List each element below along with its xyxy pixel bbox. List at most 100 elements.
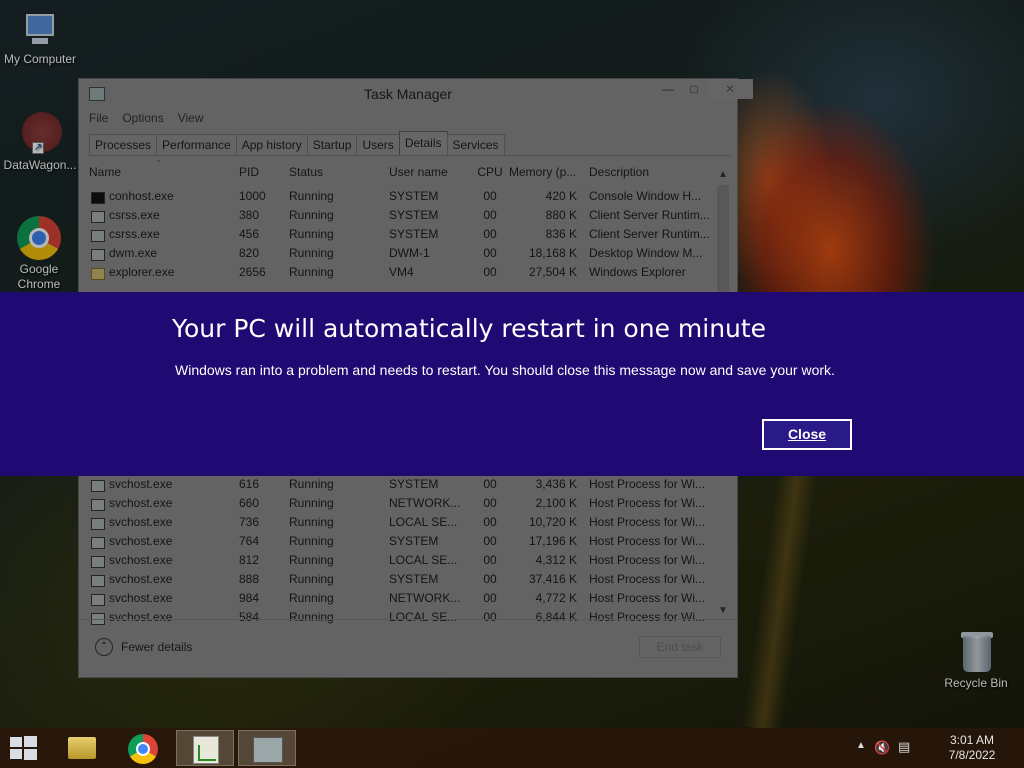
process-status: Running <box>289 189 334 203</box>
process-description: Windows Explorer <box>589 265 686 279</box>
process-user: SYSTEM <box>389 534 439 548</box>
process-memory: 3,436 K <box>535 477 577 491</box>
desktop-icon-google-chrome[interactable]: Google Chrome <box>0 216 78 292</box>
process-pid: 820 <box>239 246 260 260</box>
tab-divider <box>89 155 731 156</box>
process-cpu: 00 <box>483 591 497 605</box>
table-row[interactable]: svchost.exe 984 Running NETWORK... 00 4,772 K… <box>89 591 719 610</box>
tab-processes[interactable]: Processes <box>89 134 158 155</box>
process-icon <box>91 537 105 549</box>
desktop-icon-label: Recycle Bin <box>944 676 1008 690</box>
clock[interactable]: 3:01 AM 7/8/2022 <box>942 733 1002 763</box>
windows-start-icon[interactable] <box>8 736 40 760</box>
process-name: csrss.exe <box>109 227 160 241</box>
process-memory: 17,196 K <box>528 534 577 548</box>
task-manager-footer: ⌃ Fewer details End task <box>79 619 737 678</box>
table-row[interactable]: svchost.exe 616 Running SYSTEM 00 3,436 K Host… <box>89 477 719 496</box>
scroll-thumb[interactable] <box>717 185 729 295</box>
process-description: Desktop Window M... <box>589 246 703 260</box>
process-status: Running <box>289 515 334 529</box>
column-header-user-name[interactable]: User name <box>389 165 469 179</box>
tab-performance[interactable]: Performance <box>156 134 237 155</box>
desktop-icon-label: My Computer <box>3 52 77 66</box>
process-status: Running <box>289 572 334 586</box>
tab-strip: Processes Performance App history Startu… <box>89 131 505 155</box>
process-description: Client Server Runtim... <box>589 227 710 241</box>
process-user: NETWORK... <box>389 496 461 510</box>
taskbar-file-explorer[interactable] <box>52 730 110 766</box>
menu-file[interactable]: File <box>89 111 108 129</box>
process-memory: 27,504 K <box>528 265 577 279</box>
table-row[interactable]: csrss.exe 380 Running SYSTEM 00 880 K Client S… <box>89 208 719 227</box>
process-icon <box>91 249 105 261</box>
process-memory: 420 K <box>545 189 577 203</box>
title-bar[interactable]: Task Manager — □ ✕ <box>79 79 753 109</box>
process-user: VM4 <box>389 265 414 279</box>
network-icon[interactable]: ▤ <box>898 739 910 755</box>
scroll-down-icon[interactable]: ▼ <box>715 605 731 616</box>
maximize-button[interactable]: □ <box>681 79 707 99</box>
desktop-icon-recycle-bin[interactable]: Recycle Bin <box>936 630 1016 691</box>
clock-time: 3:01 AM <box>949 733 995 747</box>
table-row[interactable]: svchost.exe 764 Running SYSTEM 00 17,196 K Hos… <box>89 534 719 553</box>
table-row[interactable]: csrss.exe 456 Running SYSTEM 00 836 K Client S… <box>89 227 719 246</box>
tab-app-history[interactable]: App history <box>235 134 308 155</box>
desktop-icon-datawagon[interactable]: ↗ DataWagon... <box>0 112 80 173</box>
desktop-icon-my-computer[interactable]: My Computer <box>0 10 80 67</box>
process-description: Host Process for Wi... <box>589 534 706 548</box>
chevron-up-icon[interactable]: ⌃ <box>95 638 113 656</box>
process-name: svchost.exe <box>109 572 173 586</box>
table-header: ˆ Name PID Status User name CPU Memory (… <box>89 159 719 189</box>
column-header-description[interactable]: Description <box>589 165 715 179</box>
minimize-button[interactable]: — <box>655 79 681 99</box>
process-status: Running <box>289 534 334 548</box>
speaker-muted-icon[interactable]: 🔇 <box>874 740 890 756</box>
taskbar-task-manager[interactable] <box>238 730 296 766</box>
menu-options[interactable]: Options <box>122 111 163 129</box>
scroll-up-icon[interactable]: ▲ <box>715 169 731 180</box>
column-header-cpu[interactable]: CPU <box>475 165 505 179</box>
process-cpu: 00 <box>483 515 497 529</box>
tab-startup[interactable]: Startup <box>306 134 358 155</box>
fewer-details-link[interactable]: Fewer details <box>121 640 192 654</box>
process-icon <box>91 518 105 530</box>
taskbar: ▲ 🔇 ▤ 3:01 AM 7/8/2022 <box>0 728 1024 768</box>
desktop-icon-label: Google Chrome <box>17 262 61 291</box>
column-header-memory[interactable]: Memory (p... <box>509 165 577 179</box>
column-header-status[interactable]: Status <box>289 165 379 179</box>
process-description: Client Server Runtim... <box>589 208 710 222</box>
process-status: Running <box>289 553 334 567</box>
tab-services[interactable]: Services <box>446 134 505 155</box>
table-row[interactable]: svchost.exe 736 Running LOCAL SE... 00 10,720… <box>89 515 719 534</box>
table-row[interactable]: svchost.exe 812 Running LOCAL SE... 00 4,312 … <box>89 553 719 572</box>
column-header-pid[interactable]: PID <box>239 165 279 179</box>
process-description: Host Process for Wi... <box>589 553 706 567</box>
taskbar-chart-app[interactable] <box>176 730 234 766</box>
table-row[interactable]: explorer.exe 2656 Running VM4 00 27,504 K Wind… <box>89 265 719 284</box>
menu-view[interactable]: View <box>178 111 204 129</box>
process-memory: 18,168 K <box>528 246 577 260</box>
table-rows-top: conhost.exe 1000 Running SYSTEM 00 420 K Conso… <box>89 189 719 284</box>
table-row[interactable]: dwm.exe 820 Running DWM-1 00 18,168 K Desktop … <box>89 246 719 265</box>
taskbar-chrome[interactable] <box>114 730 172 766</box>
tab-details[interactable]: Details <box>398 131 448 155</box>
process-name: dwm.exe <box>109 246 158 260</box>
column-header-name[interactable]: Name <box>89 165 209 179</box>
table-row[interactable]: svchost.exe 888 Running SYSTEM 00 37,416 K Hos… <box>89 572 719 591</box>
table-row[interactable]: svchost.exe 660 Running NETWORK... 00 2,100 K… <box>89 496 719 515</box>
tab-users[interactable]: Users <box>356 134 400 155</box>
close-button[interactable]: Close <box>762 419 852 450</box>
shortcut-arrow-icon: ↗ <box>32 142 44 154</box>
process-icon <box>91 499 105 511</box>
table-rows-bottom: svchost.exe 616 Running SYSTEM 00 3,436 K Host… <box>89 477 719 629</box>
close-window-button[interactable]: ✕ <box>707 79 753 99</box>
table-row[interactable]: conhost.exe 1000 Running SYSTEM 00 420 K Conso… <box>89 189 719 208</box>
process-cpu: 00 <box>483 208 497 222</box>
process-user: SYSTEM <box>389 477 439 491</box>
process-cpu: 00 <box>483 572 497 586</box>
show-hidden-icons-icon[interactable]: ▲ <box>856 740 866 751</box>
end-task-button[interactable]: End task <box>639 636 721 658</box>
chart-app-icon <box>193 736 219 764</box>
process-name: svchost.exe <box>109 496 173 510</box>
process-pid: 1000 <box>239 189 266 203</box>
